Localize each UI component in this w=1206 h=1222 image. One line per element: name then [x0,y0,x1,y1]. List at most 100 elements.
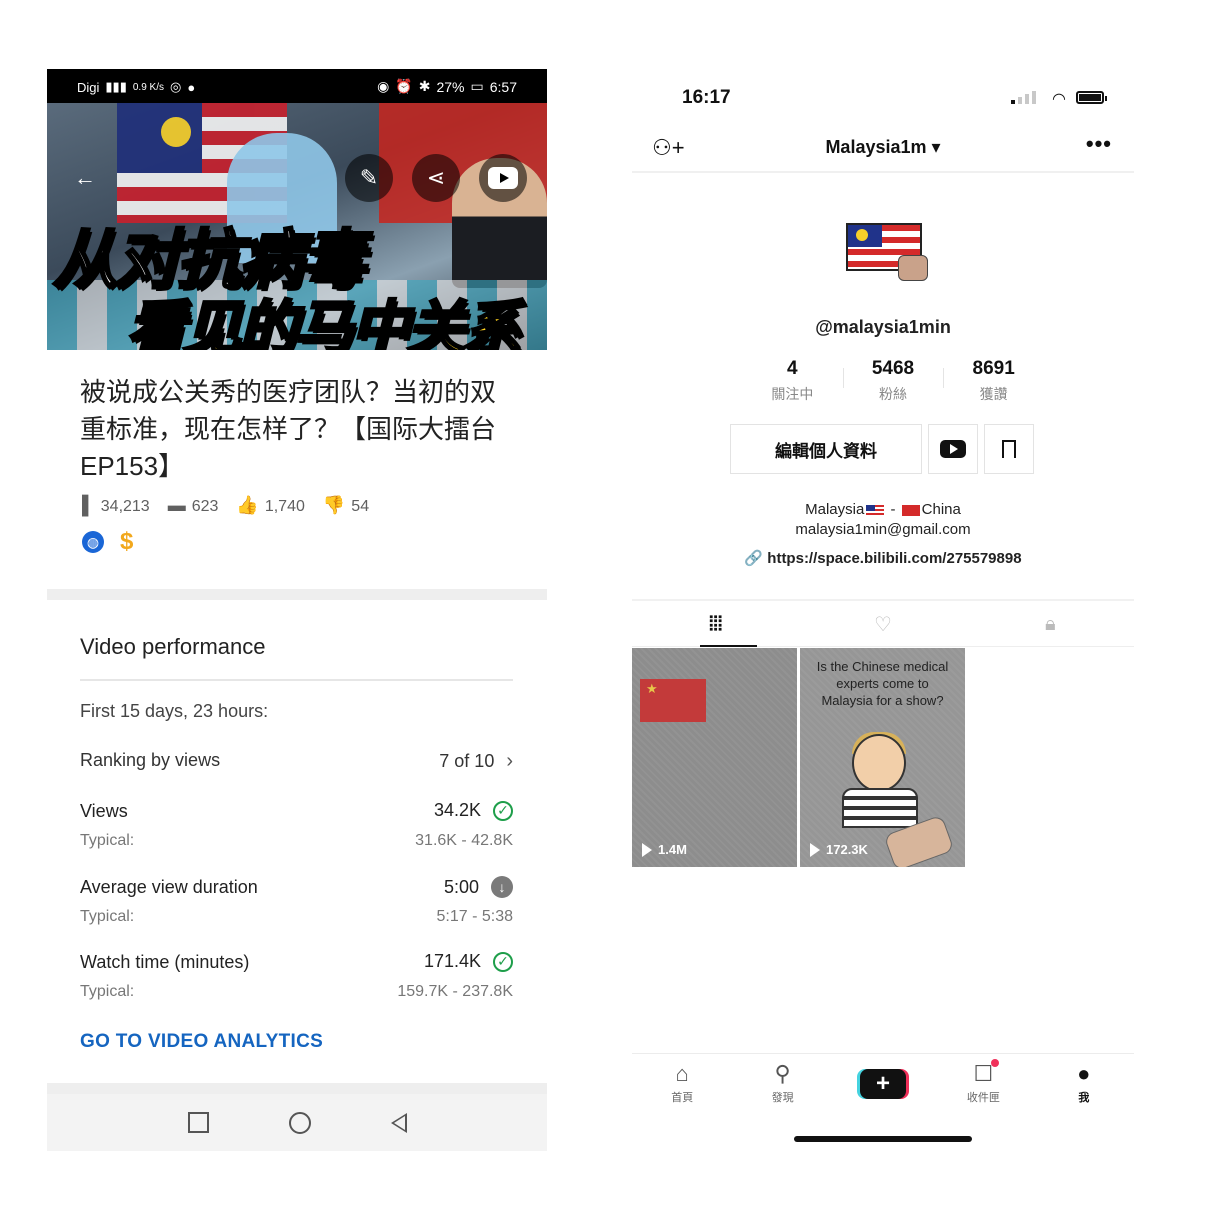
youtube-icon [940,440,966,458]
edit-pencil-icon[interactable]: ✎ [345,154,393,202]
typical-label: Typical: [80,983,135,1000]
cellular-signal-icon [1011,91,1036,104]
malaysia-flag-icon [866,504,885,516]
china-flag-icon [901,504,920,516]
tab-me-label: 我 [1078,1092,1090,1104]
tab-videos[interactable]: ⦙⦙⦙ [632,602,799,647]
go-to-analytics-link[interactable]: GO TO VIDEO ANALYTICS [80,1031,323,1053]
typical-label: Typical: [80,832,135,849]
metric-value-views: 34.2K ✓ [434,800,513,821]
profile-header: ⚇+ Malaysia1m ▾ ••• [632,127,1134,173]
likes-stat[interactable]: 8691 獲讚 [943,358,1044,404]
play-count-value: 1.4M [658,842,687,857]
youtube-link-button[interactable] [928,424,978,474]
wifi-icon: ◠ [1052,91,1066,108]
tab-liked[interactable]: ♡ [799,602,966,646]
search-icon: ⚲ [774,1061,791,1086]
followers-stat[interactable]: 5468 粉絲 [842,358,944,404]
tab-private[interactable]: 🔒︎ [967,602,1134,646]
video-caption: Is the Chinese medical experts come to M… [816,659,949,708]
play-count-value: 172.3K [826,842,868,857]
following-stat[interactable]: 4 關注中 [742,358,843,404]
views-value: 34.2K [433,800,481,820]
back-triangle-icon[interactable] [390,1112,407,1133]
thumbs-down-icon: 👎 [322,495,346,515]
recents-square-icon[interactable] [187,1112,209,1133]
china-flag-graphic [640,679,706,722]
watch-time-value: 171.4K [423,951,481,971]
following-label: 關注中 [771,386,814,402]
typical-range-watch-time: 159.7K - 237.8K [397,983,513,1000]
play-icon [642,842,652,857]
avatar[interactable] [846,221,928,283]
striped-shirt-graphic [842,788,918,828]
metric-label-avg-duration: Average view duration [80,877,258,897]
ios-clock: 16:17 [682,87,731,108]
performance-heading: Video performance [80,634,266,659]
likes-count: 8691 [972,358,1015,379]
tab-discover-label: 發現 [771,1092,794,1104]
notification-icon: ● [187,79,196,95]
signal-icon: ▮▮▮ [105,79,127,94]
youtube-play-button[interactable] [479,154,527,202]
edit-profile-button[interactable]: 編輯個人資料 [730,424,922,474]
profile-tabs: ⦙⦙⦙ ♡ 🔒︎ [632,602,1134,647]
tab-inbox-label: 收件匣 [966,1092,1000,1104]
more-options-icon[interactable]: ••• [1086,131,1112,157]
link-icon: 🔗 [744,550,764,567]
comments-count: 623 [191,498,219,515]
battery-icon [1076,91,1107,104]
tab-me[interactable]: ● 我 [1034,1054,1134,1114]
eye-icon: ◉ [377,78,390,94]
thumbs-up-icon: 👍 [236,495,259,515]
tab-discover[interactable]: ⚲ 發現 [732,1054,832,1114]
android-status-bar: Digi ▮▮▮ 0.9 K/s ◎ ● ◉ ⏰ ✱ 27% ▭ 6:57 [47,69,547,103]
followers-label: 粉絲 [879,386,907,402]
ranking-value-text: 7 of 10 [439,751,495,771]
notification-dot [991,1059,1000,1067]
play-icon [810,842,820,857]
account-switcher[interactable]: Malaysia1m ▾ [632,137,1134,158]
check-circle-icon: ✓ [493,800,513,821]
create-plus-button[interactable]: + [860,1069,907,1099]
instagram-icon: ◎ [170,79,182,94]
video-thumbnail[interactable]: 从对抗病毒 看见的马中关系 ← ✎ ⋖ [47,103,547,350]
status-badges: ◍ $ [82,528,134,555]
bluetooth-icon: ✱ [418,78,431,94]
favorites-button[interactable] [984,424,1034,474]
followers-count: 5468 [871,358,915,379]
profile-handle: @malaysia1min [815,317,951,337]
back-arrow-icon[interactable]: ← [61,154,109,202]
alarm-icon: ⏰ [395,78,413,94]
video-tile[interactable]: Is the Chinese medical experts come to M… [800,648,965,867]
arrow-down-circle-icon: ↓ [491,876,513,898]
following-count: 4 [787,358,798,379]
share-icon[interactable]: ⋖ [412,154,460,202]
monetization-icon: $ [120,528,134,555]
likes-label: 獲讚 [979,386,1008,402]
tab-create[interactable]: + [833,1054,933,1114]
views-count: 34,213 [100,498,150,515]
home-circle-icon[interactable] [288,1111,311,1134]
profile-link-text: https://space.bilibili.com/275579898 [767,550,1022,567]
video-tile[interactable]: 1.4M [632,648,797,867]
profile-icon: ● [1077,1061,1091,1086]
bio-email: malaysia1min@gmail.com [795,521,971,538]
cartoon-boy-graphic [852,734,906,792]
metric-label-views: Views [80,801,128,821]
battery-percent: 27% [436,78,465,95]
play-count: 1.4M [642,842,687,857]
check-circle-icon: ✓ [493,951,513,972]
tab-inbox[interactable]: ☐ 收件匣 [933,1054,1033,1114]
metric-label-watch-time: Watch time (minutes) [80,952,250,972]
dislikes-count: 54 [351,498,370,515]
bio-dash: - [890,501,896,518]
ranking-value[interactable]: 7 of 10 › [439,750,513,773]
ranking-label: Ranking by views [80,750,221,770]
tab-home[interactable]: ⌂ 首頁 [632,1054,732,1114]
carrier-label: Digi [77,79,100,95]
profile-actions: 編輯個人資料 [730,424,1034,474]
youtube-icon [488,167,518,189]
profile-link[interactable]: 🔗 https://space.bilibili.com/275579898 [632,549,1134,567]
tiktok-profile-screen: 16:17 ◠ ⚇+ Malaysia1m ▾ ••• @malaysia1mi… [632,69,1134,1151]
